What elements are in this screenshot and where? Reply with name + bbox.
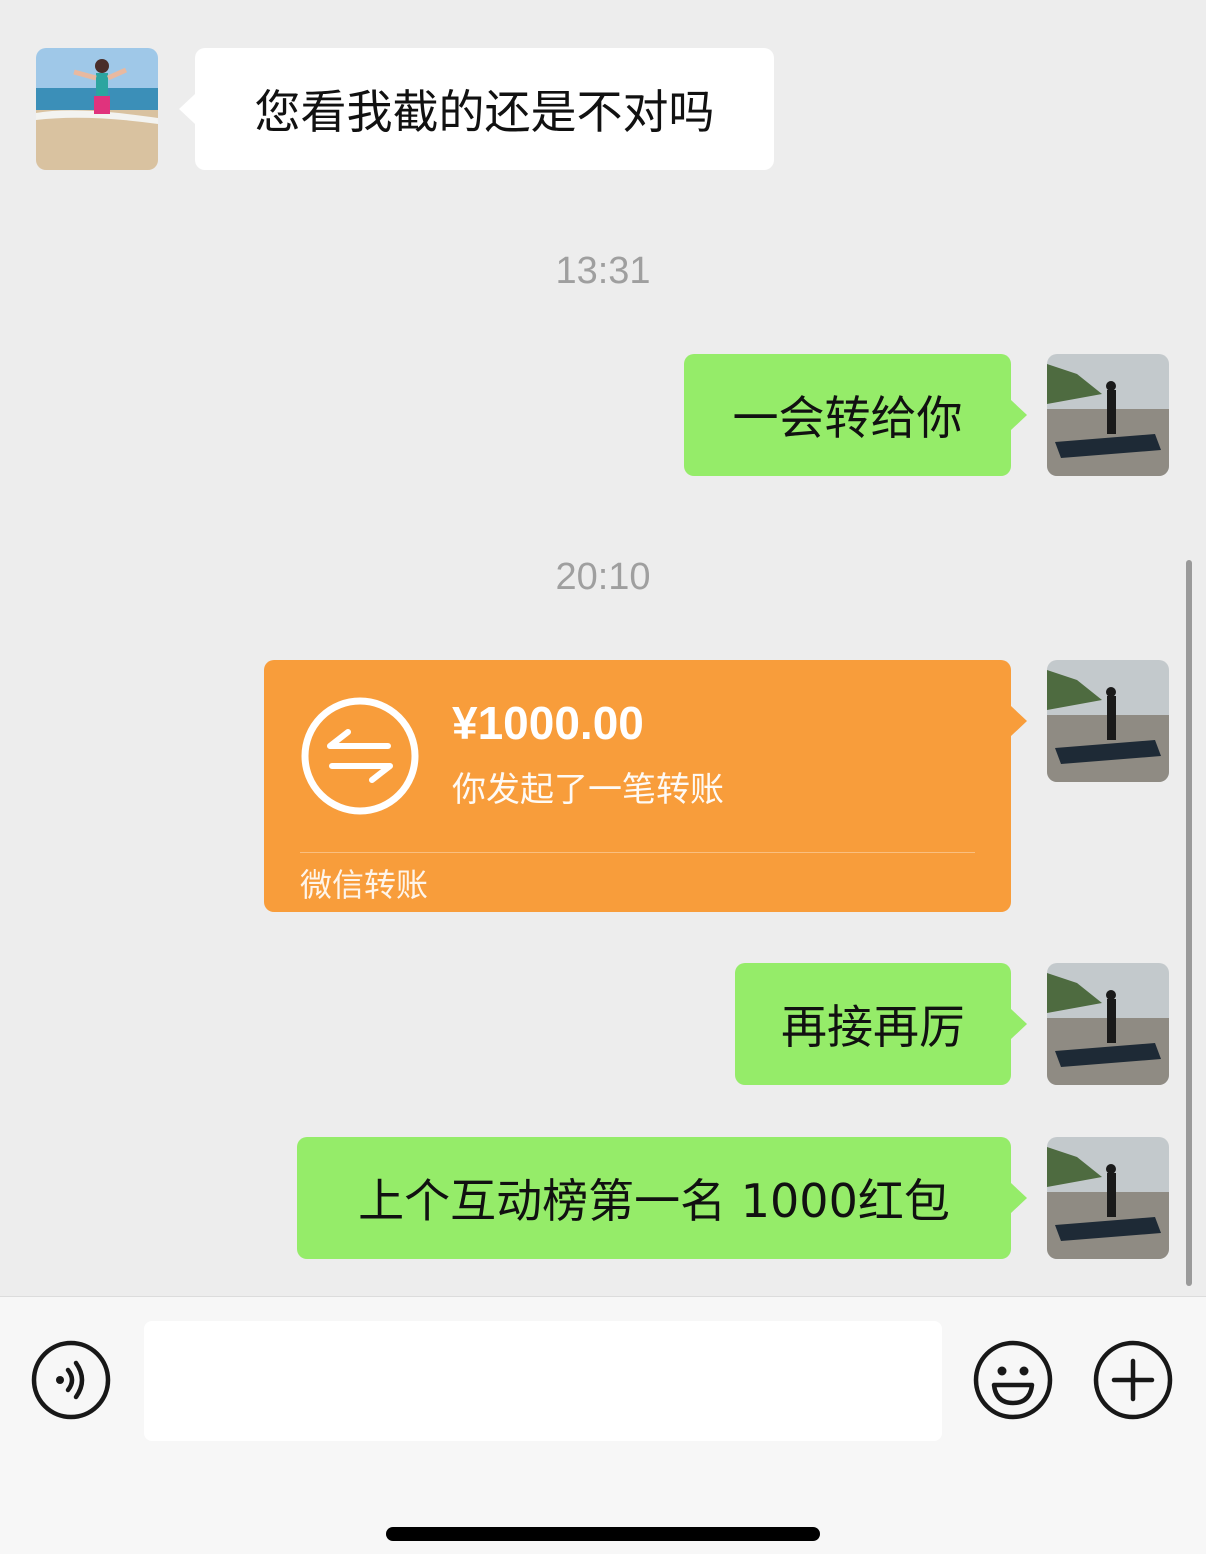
transfer-card[interactable]: ¥1000.00 你发起了一笔转账 微信转账 [264, 660, 1027, 912]
timestamp: 13:31 [555, 250, 651, 292]
transfer-arrows-icon [301, 697, 419, 815]
message-bubble-outgoing[interactable]: 再接再厉 [735, 963, 1027, 1085]
message-text: 一会转给你 [732, 391, 963, 445]
message-bubble-outgoing[interactable]: 上个互动榜第一名 1000红包 [297, 1137, 1027, 1259]
emoji-icon[interactable] [972, 1339, 1054, 1421]
avatar-other-user[interactable] [36, 48, 158, 170]
boat-photo-icon [1047, 354, 1169, 476]
avatar-self[interactable] [1047, 1137, 1169, 1259]
scrollbar[interactable] [1186, 560, 1192, 1286]
boat-photo-icon [1047, 660, 1169, 782]
message-bubble-outgoing[interactable]: 一会转给你 [684, 354, 1027, 476]
voice-icon[interactable] [30, 1339, 112, 1421]
beach-photo-icon [36, 48, 158, 170]
home-indicator [386, 1527, 820, 1541]
boat-photo-icon [1047, 963, 1169, 1085]
transfer-footer-label: 微信转账 [300, 866, 429, 904]
avatar-self[interactable] [1047, 963, 1169, 1085]
avatar-self[interactable] [1047, 354, 1169, 476]
message-bubble-incoming[interactable]: 您看我截的还是不对吗 [179, 48, 774, 170]
message-text: 您看我截的还是不对吗 [254, 85, 715, 139]
message-text: 上个互动榜第一名 1000红包 [358, 1174, 950, 1228]
input-bar [0, 1296, 1206, 1554]
message-text: 再接再厉 [781, 1000, 965, 1054]
message-input[interactable] [144, 1321, 942, 1441]
timestamp: 20:10 [555, 556, 651, 598]
boat-photo-icon [1047, 1137, 1169, 1259]
transfer-amount: ¥1000.00 [452, 697, 644, 749]
transfer-description: 你发起了一笔转账 [452, 770, 724, 810]
plus-icon[interactable] [1092, 1339, 1174, 1421]
avatar-self[interactable] [1047, 660, 1169, 782]
divider [300, 852, 975, 853]
